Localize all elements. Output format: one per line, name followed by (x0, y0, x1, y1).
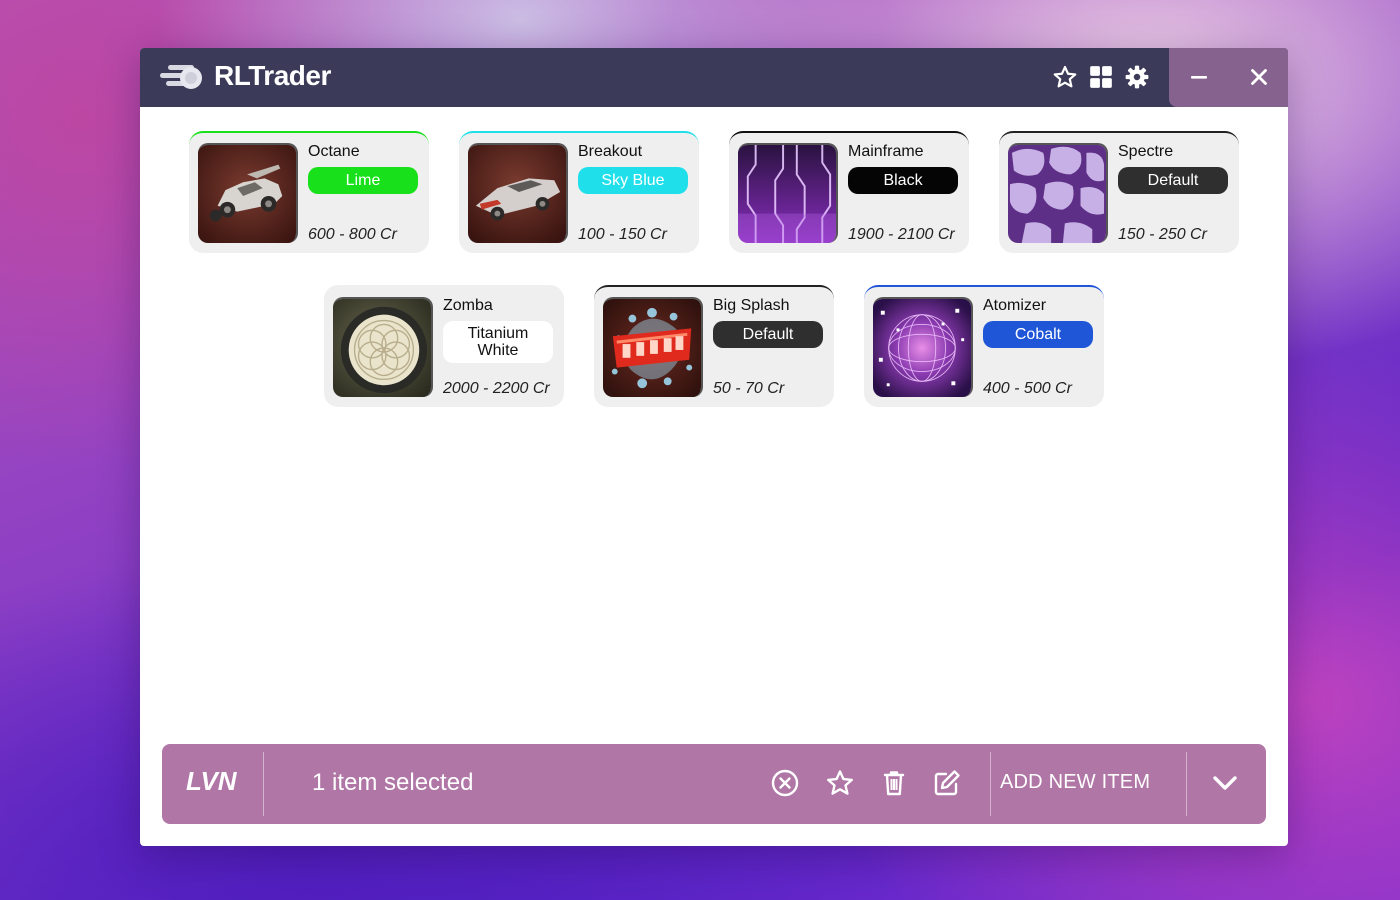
item-name: Breakout (578, 143, 643, 160)
delete-icon[interactable] (879, 768, 909, 798)
divider (1186, 752, 1187, 816)
add-new-item-button[interactable]: ADD NEW ITEM (1000, 771, 1150, 794)
item-card[interactable]: Spectre Default 150 - 250 Cr (999, 131, 1239, 253)
item-price: 50 - 70 Cr (713, 380, 785, 397)
item-price: 100 - 150 Cr (578, 226, 667, 243)
car-breakout-icon (468, 143, 568, 243)
window-controls (1169, 48, 1288, 107)
item-name: Octane (308, 143, 360, 160)
paint-badge: Sky Blue (578, 167, 688, 194)
edit-icon[interactable] (932, 768, 962, 798)
item-name: Spectre (1118, 143, 1174, 160)
item-card[interactable]: Breakout Sky Blue 100 - 150 Cr (459, 131, 699, 253)
paint-badge: Default (713, 321, 823, 348)
paint-badge: Black (848, 167, 958, 194)
paint-badge: Default (1118, 167, 1228, 194)
titlebar: RLTrader (140, 48, 1288, 107)
divider (263, 752, 264, 816)
star-icon[interactable] (1052, 64, 1078, 90)
paint-badge: Lime (308, 167, 418, 194)
paint-badge-line: White (477, 342, 519, 359)
paint-badge-line: Titanium (467, 325, 529, 342)
decal-mainframe-icon (738, 143, 838, 243)
item-card[interactable]: Atomizer Cobalt 400 - 500 Cr (864, 285, 1104, 407)
user-tag[interactable]: LVN (186, 766, 237, 797)
item-name: Mainframe (848, 143, 924, 160)
gear-icon[interactable] (1124, 64, 1150, 90)
app-title: RLTrader (214, 60, 331, 91)
item-card[interactable]: Zomba Titanium White 2000 - 2200 Cr (324, 285, 564, 407)
wheel-zomba-icon (333, 297, 433, 397)
close-icon[interactable] (1244, 62, 1274, 92)
item-card[interactable]: Octane Lime 600 - 800 Cr (189, 131, 429, 253)
item-price: 2000 - 2200 Cr (443, 380, 550, 397)
divider (990, 752, 991, 816)
deselect-icon[interactable] (770, 768, 800, 798)
chevron-down-icon[interactable] (1208, 768, 1242, 798)
favorite-icon[interactable] (825, 768, 855, 798)
item-name: Zomba (443, 297, 493, 314)
paint-badge: Cobalt (983, 321, 1093, 348)
item-price: 1900 - 2100 Cr (848, 226, 955, 243)
decal-spectre-icon (1008, 143, 1108, 243)
minimize-icon[interactable] (1184, 62, 1214, 92)
item-name: Atomizer (983, 297, 1047, 314)
app-logo-icon (158, 62, 204, 92)
paint-badge: Titanium White (443, 321, 553, 363)
item-price: 400 - 500 Cr (983, 380, 1072, 397)
selection-status: 1 item selected (312, 769, 474, 796)
car-octane-icon (198, 143, 298, 243)
app-window: RLTrader Octane Lime 600 - 800 Cr Breako… (140, 48, 1288, 846)
item-name: Big Splash (713, 297, 790, 314)
action-bar: LVN 1 item selected ADD NEW ITEM (162, 744, 1266, 824)
item-price: 600 - 800 Cr (308, 226, 397, 243)
grid-icon[interactable] (1088, 64, 1114, 90)
item-card[interactable]: Big Splash Default 50 - 70 Cr (594, 285, 834, 407)
item-price: 150 - 250 Cr (1118, 226, 1207, 243)
goal-big-splash-icon (603, 297, 703, 397)
goal-atomizer-icon (873, 297, 973, 397)
item-card[interactable]: Mainframe Black 1900 - 2100 Cr (729, 131, 969, 253)
